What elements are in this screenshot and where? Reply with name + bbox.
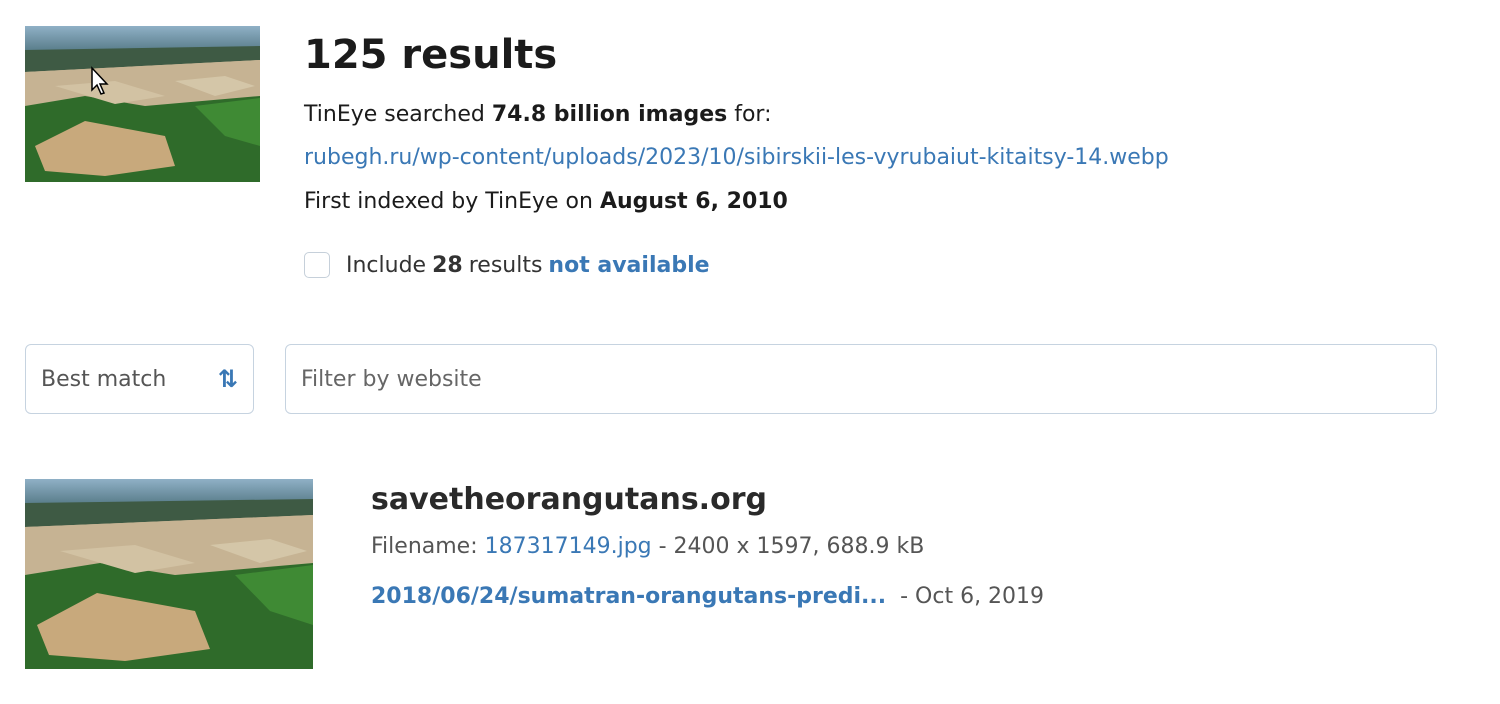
filename-row: Filename: 187317149.jpg - 2400 x 1597, 6… (371, 534, 925, 559)
image-details: - 2400 x 1597, 688.9 kB (651, 534, 925, 559)
results-count: 125 results (304, 32, 558, 78)
page-path-link[interactable]: 2018/06/24/sumatran-orangutans-predi... (371, 584, 886, 609)
first-indexed-text: First indexed by TinEye on August 6, 201… (304, 189, 788, 214)
query-image-thumbnail[interactable] (25, 26, 260, 182)
sort-label: Best match (41, 366, 167, 392)
tineye-results-page: 125 results TinEye searched 74.8 billion… (0, 0, 1500, 704)
search-summary: 125 results TinEye searched 74.8 billion… (304, 30, 1454, 278)
result-domain[interactable]: savetheorangutans.org (371, 480, 1471, 520)
mouse-cursor-icon (91, 66, 109, 95)
searched-text: TinEye searched 74.8 billion images for: (304, 102, 772, 127)
include-count: 28 (432, 252, 463, 278)
path-row: 2018/06/24/sumatran-orangutans-predi... … (371, 582, 1044, 612)
first-indexed-date: August 6, 2010 (599, 189, 788, 214)
filter-by-website-input[interactable] (285, 344, 1437, 414)
not-available-link[interactable]: not available (548, 253, 709, 278)
filename-link[interactable]: 187317149.jpg (485, 534, 652, 559)
result-image-thumbnail[interactable] (25, 479, 313, 669)
result-item: savetheorangutans.org Filename: 18731714… (371, 480, 1471, 609)
include-unavailable-checkbox[interactable] (304, 252, 330, 278)
crawl-date: - Oct 6, 2019 (893, 584, 1045, 609)
searched-amount: 74.8 billion images (491, 102, 728, 127)
include-unavailable-row: Include 28 results not available (304, 252, 710, 278)
sort-arrows-icon: ⇅ (217, 365, 238, 393)
source-url-link[interactable]: rubegh.ru/wp-content/uploads/2023/10/sib… (304, 143, 1169, 173)
sort-dropdown[interactable]: Best match ⇅ (25, 344, 254, 414)
